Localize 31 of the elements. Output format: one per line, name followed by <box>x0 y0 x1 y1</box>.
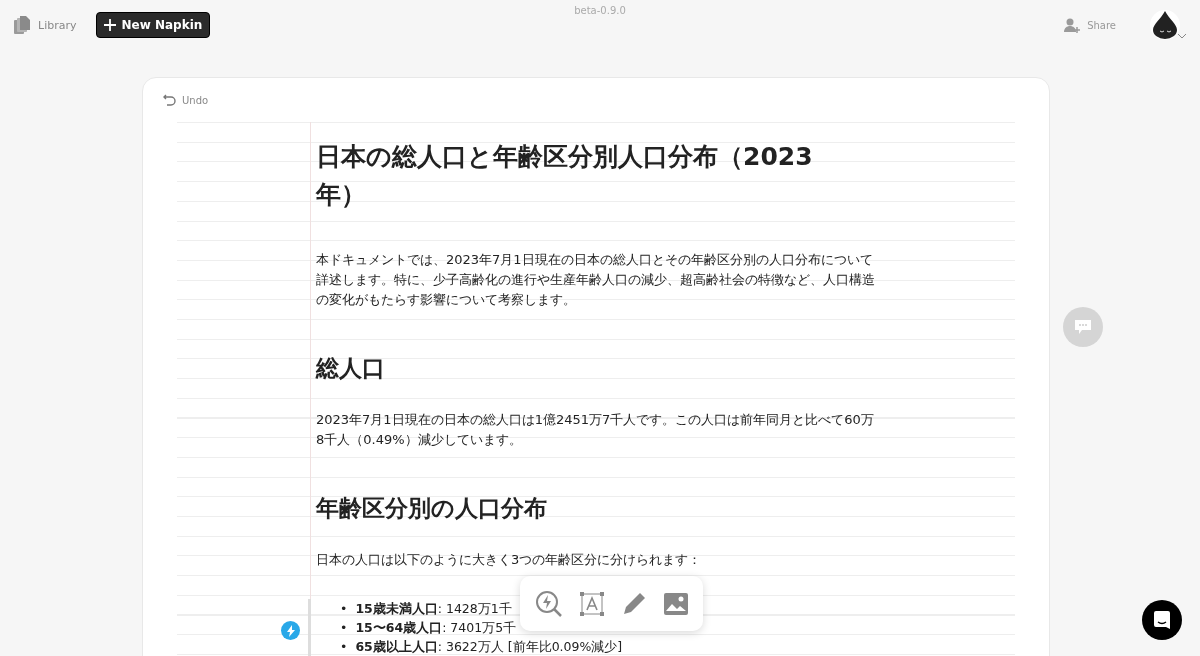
library-icon <box>14 16 30 34</box>
pencil-icon[interactable] <box>621 590 648 617</box>
section-heading: 年齢区分別の人口分布 <box>316 494 548 523</box>
undo-button[interactable]: Undo <box>163 94 1049 106</box>
text-frame-icon[interactable] <box>579 591 604 616</box>
bullet-marker: • <box>340 638 348 656</box>
paragraph: 日本の人口は以下のように大きく3つの年齢区分に分けられます： <box>316 551 703 569</box>
speech-bubble-icon <box>1075 320 1091 334</box>
chevron-down-icon[interactable] <box>1178 33 1186 39</box>
undo-icon <box>163 94 177 106</box>
paragraph: 本ドキュメントでは、2023年7月1日現在の日本の総人口とその年齢区分別の人口分布について詳述します。特に、少子高齢化の進行や生産年齢人口の減少、超高齢社会の特徴など、人口構造の変化がもたらす影響について考察します。 <box>316 251 876 309</box>
section-heading: 総人口 <box>316 354 386 383</box>
version-label: beta-0.9.0 <box>574 5 626 16</box>
chat-icon <box>1154 611 1170 629</box>
help-chat-button[interactable] <box>1142 600 1182 640</box>
bullet-item: 65歳以上人口: 3622万人 [前年比0.09%減少] <box>355 638 623 656</box>
image-icon[interactable] <box>664 592 689 615</box>
bullet-item: 15歳未満人口: 1428万1千 <box>355 600 512 618</box>
share-button[interactable]: Share <box>1064 17 1116 33</box>
bullet-marker: • <box>340 619 348 637</box>
paragraph: 2023年7月1日現在の日本の総人口は1億2451万7千人です。この人口は前年同月と比べて60万8千人（0.49%）減少しています。 <box>316 411 875 449</box>
document-title: 日本の総人口と年齢区分別人口分布（2023年） <box>316 141 814 211</box>
lightning-search-icon[interactable] <box>534 589 563 618</box>
plus-icon <box>104 19 117 31</box>
library-link[interactable]: Library <box>14 16 77 34</box>
bullet-marker: • <box>340 600 348 618</box>
avatar[interactable] <box>1150 10 1180 40</box>
add-person-icon <box>1064 17 1082 33</box>
new-napkin-button[interactable]: New Napkin <box>96 12 211 38</box>
bullet-item: 15〜64歳人口: 7401万5千 <box>355 619 517 637</box>
drop-mascot-icon <box>1153 11 1177 39</box>
